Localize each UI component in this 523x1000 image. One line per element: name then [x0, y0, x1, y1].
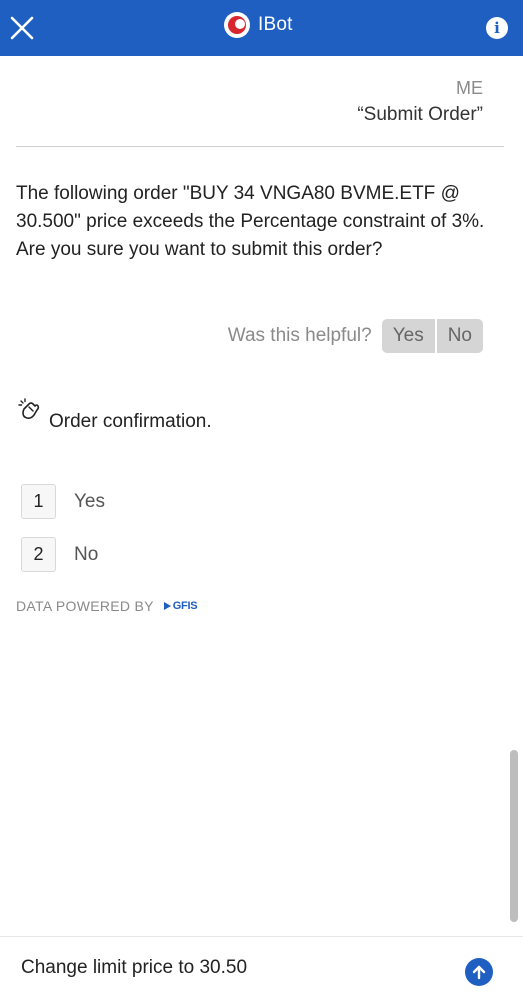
close-icon — [10, 16, 34, 40]
option-label[interactable]: Yes — [74, 491, 105, 513]
confirmation-title: Order confirmation. — [49, 411, 212, 432]
gfis-brand-text: GFIS — [172, 600, 198, 612]
option-yes[interactable]: 1 Yes — [21, 484, 105, 519]
app-brand: IBot — [224, 10, 293, 40]
option-number[interactable]: 1 — [21, 484, 56, 519]
powered-by-label: DATA POWERED BY — [16, 598, 154, 614]
feedback-question: Was this helpful? — [227, 325, 372, 346]
gfis-logo: GFIS — [163, 600, 198, 612]
scrollbar-thumb[interactable] — [510, 750, 518, 922]
hand-wave-icon — [18, 398, 40, 419]
divider — [16, 146, 504, 147]
close-button[interactable] — [8, 14, 36, 42]
composer-bar — [0, 936, 523, 1000]
feedback-yes-button[interactable]: Yes — [381, 319, 435, 353]
info-icon: i — [494, 19, 500, 37]
app-title: IBot — [258, 14, 293, 35]
option-number[interactable]: 2 — [21, 537, 56, 572]
feedback-no-button[interactable]: No — [436, 319, 483, 353]
message-input[interactable] — [21, 957, 441, 979]
gfis-arrow-icon — [163, 602, 171, 610]
option-no[interactable]: 2 No — [21, 537, 98, 572]
option-label[interactable]: No — [74, 544, 98, 566]
feedback-row: Was this helpful? Yes No — [228, 319, 483, 353]
info-button[interactable]: i — [486, 17, 508, 39]
ibot-logo — [224, 12, 250, 38]
send-button[interactable] — [465, 958, 493, 986]
bot-message: The following order "BUY 34 VNGA80 BVME.… — [16, 183, 485, 260]
arrow-up-icon — [472, 965, 486, 980]
data-powered-by: DATA POWERED BY GFIS — [16, 598, 198, 614]
user-message: “Submit Order” — [357, 104, 483, 125]
app-header: IBot i — [0, 0, 523, 56]
sender-label: ME — [456, 78, 483, 98]
